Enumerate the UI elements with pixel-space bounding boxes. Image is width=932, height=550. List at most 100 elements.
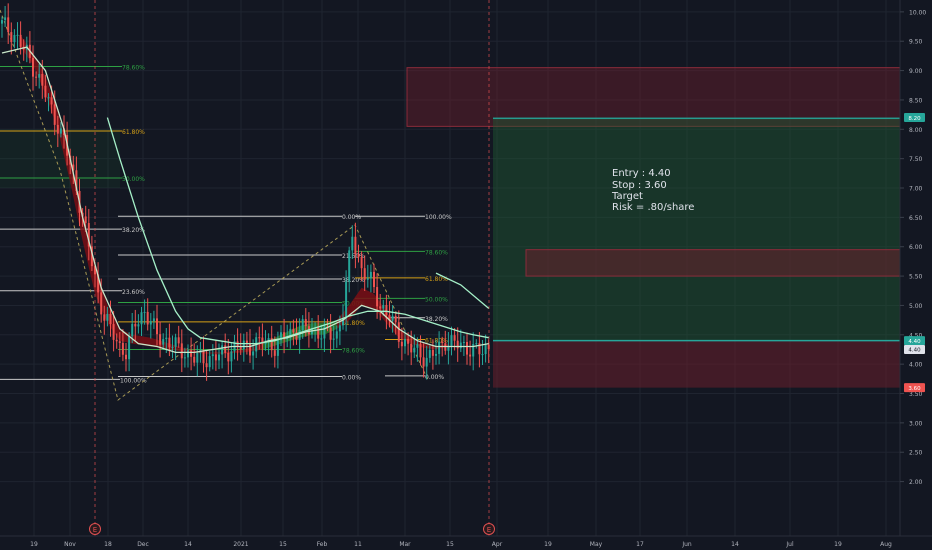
candle-body-148 [459, 342, 462, 349]
candle-body-153 [475, 343, 478, 345]
candle-body-112 [348, 250, 351, 282]
candle-body-43 [134, 324, 137, 327]
candle-body-124 [385, 305, 388, 316]
candle-body-123 [382, 305, 385, 309]
price-label-text-1: 4.40 [908, 339, 921, 345]
candle-body-89 [276, 340, 279, 356]
time-tick-label-4: 14 [184, 541, 192, 548]
time-tick-label-6: 15 [279, 541, 287, 548]
time-tick-label-3: Dec [137, 541, 149, 548]
target-zone [493, 117, 900, 341]
event-marker-label-1: E [487, 526, 491, 534]
candle-body-157 [487, 344, 490, 350]
candle-body-19 [59, 128, 62, 134]
candle-body-74 [230, 351, 233, 362]
fib-level-label-10: 78.60% [342, 347, 365, 354]
time-tick-label-16: 14 [731, 541, 739, 548]
dashed-trendline [0, 9, 429, 401]
candle-body-42 [131, 324, 134, 337]
price-axis[interactable]: 10.00 9.50 9.00 8.50 8.00 7.50 7.00 6.50 6.00 5.5… [899, 0, 932, 550]
candle-body-117 [363, 268, 366, 280]
candle-body-49 [152, 318, 155, 322]
candle-body-56 [174, 337, 177, 347]
candle-body-62 [193, 356, 196, 363]
price-tick-label-14: 3.00 [909, 420, 923, 427]
candle-body-51 [159, 334, 162, 345]
candle-body-80 [249, 342, 251, 356]
candle-body-60 [187, 350, 189, 358]
time-tick-label-12: 19 [544, 541, 552, 548]
candle-body-72 [224, 345, 227, 353]
candle-body-120 [373, 271, 375, 288]
candle-body-118 [366, 278, 369, 280]
annotation-line-risk: Risk = .80/share [612, 202, 694, 213]
candle-body-54 [168, 337, 171, 348]
candle-body-58 [180, 343, 183, 359]
time-tick-label-10: 15 [446, 541, 454, 548]
candle-body-15 [47, 97, 50, 99]
price-tick-label-6: 7.00 [909, 186, 923, 193]
price-tick-label-16: 2.00 [909, 479, 923, 486]
candle-body-59 [183, 357, 186, 359]
candle-body-44 [137, 324, 140, 327]
candle-body-0 [1, 20, 3, 24]
price-tick-label-9: 5.50 [909, 274, 923, 281]
candle-body-116 [360, 257, 363, 269]
candle-body-142 [441, 341, 444, 344]
fibonacci-levels: 78.60%61.80%50.00%38.20%23.60%0.00%21.60… [0, 64, 452, 384]
candle-body-111 [345, 281, 348, 319]
candle-body-2 [7, 17, 10, 33]
candle-body-128 [397, 322, 400, 342]
time-tick-label-2: 18 [104, 541, 112, 548]
candle-body-37 [115, 339, 118, 342]
event-markers[interactable]: EE [89, 523, 495, 535]
candle-body-146 [453, 335, 456, 341]
candle-body-52 [162, 339, 165, 345]
fib-level-label-13: 100.00% [425, 214, 452, 221]
candle-body-67 [208, 356, 211, 368]
candle-body-55 [171, 346, 174, 348]
candle-body-113 [351, 236, 354, 251]
stock-chart[interactable]: 78.60% 61.80% 50.00% 38.20% 23.60% 0.00% 21.60… [0, 0, 932, 550]
candle-body-108 [335, 331, 338, 339]
candle-body-126 [391, 315, 394, 321]
candle-body-107 [332, 338, 335, 340]
candle-body-6 [19, 34, 22, 47]
time-tick-label-0: 19 [30, 541, 38, 548]
candle-body-137 [425, 357, 428, 367]
time-tick-label-19: Aug [880, 541, 892, 548]
fib-level-label-5: 0.00% [342, 214, 361, 221]
candle-body-36 [112, 324, 115, 340]
candle-body-39 [121, 342, 124, 355]
candle-body-130 [404, 338, 406, 347]
candle-body-138 [428, 349, 431, 358]
candle-body-135 [419, 344, 422, 358]
price-chart-svg[interactable]: 78.60%61.80%50.00%38.20%23.60%0.00%21.60… [0, 0, 932, 550]
price-label-text-2: 4.40 [908, 348, 921, 354]
price-tick-label-15: 2.50 [909, 450, 923, 457]
candle-body-61 [190, 350, 193, 357]
candle-body-145 [450, 335, 453, 346]
candle-body-78 [242, 340, 245, 350]
candle-body-94 [292, 328, 295, 333]
fib-level-label-19: 0.00% [425, 374, 444, 381]
candle-body-34 [106, 313, 109, 321]
fib-level-label-11: 100.00% [120, 377, 147, 384]
candle-body-79 [245, 340, 248, 343]
price-label-text-0: 8.20 [908, 116, 921, 122]
candle-body-88 [273, 350, 276, 356]
candle-body-45 [140, 312, 143, 325]
time-axis[interactable]: 19 Nov 18 Dec 14 2021 15 Feb 11 Mar 15 Apr 19 May 17 Ju… [0, 535, 932, 548]
price-tick-label-0: 10.00 [909, 9, 926, 16]
mid-resistance-zone [525, 249, 901, 277]
annotation-line-entry: Entry : 4.40 [612, 168, 671, 179]
slow-ma-line [106, 117, 489, 345]
fib-level-label-14: 78.60% [425, 249, 448, 256]
candle-body-150 [466, 341, 468, 355]
price-tick-label-3: 8.50 [909, 97, 923, 104]
candle-body-63 [196, 352, 199, 363]
candle-body-81 [252, 351, 255, 356]
time-tick-label-8: 11 [354, 541, 362, 548]
fib-level-label-1: 61.80% [122, 129, 145, 136]
candle-body-33 [103, 314, 106, 321]
